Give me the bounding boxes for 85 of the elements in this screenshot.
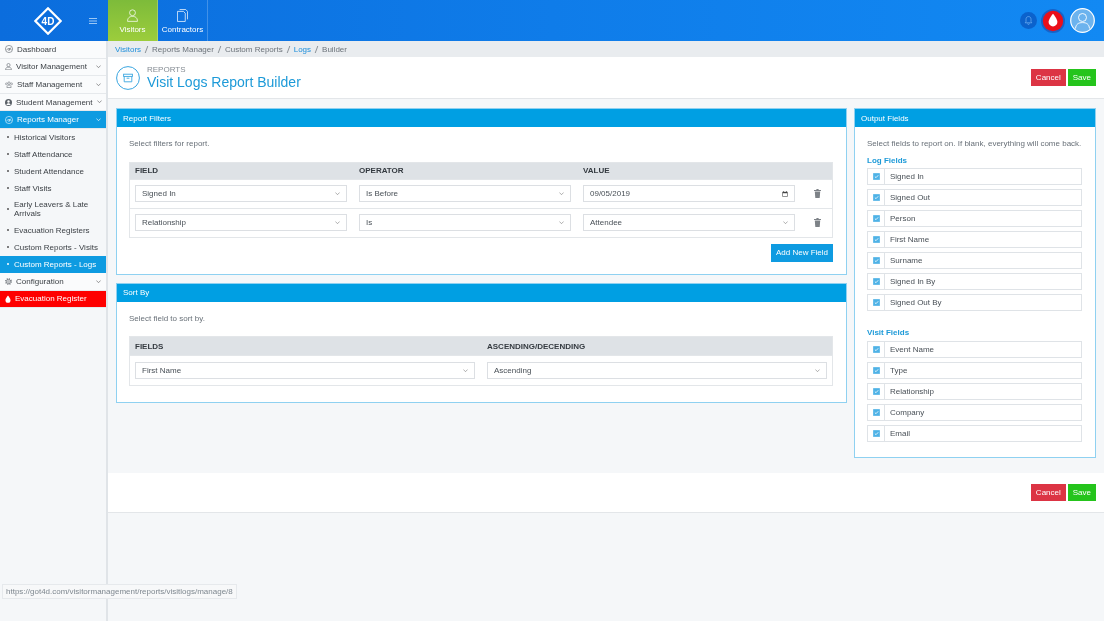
checkbox[interactable] <box>872 215 880 222</box>
breadcrumb-item: Reports Manager <box>152 44 214 54</box>
cancel-button[interactable]: Cancel <box>1030 69 1066 86</box>
trash-icon[interactable] <box>813 218 821 227</box>
field-option[interactable]: Type <box>867 361 1082 379</box>
operator-select[interactable]: Is Before <box>359 185 571 202</box>
column-header: FIELDS <box>135 341 165 351</box>
panel-hint: Select filters for report. <box>129 139 211 149</box>
breadcrumb-item: Custom Reports <box>224 44 283 54</box>
panel-header: Sort By <box>117 283 846 302</box>
field-option[interactable]: Signed Out <box>867 189 1082 206</box>
gauge-icon <box>5 45 13 54</box>
checkbox[interactable] <box>872 429 880 437</box>
gauge-icon <box>5 115 13 124</box>
checkbox[interactable] <box>872 173 880 180</box>
chevron-down-icon <box>96 117 101 122</box>
caret-icon <box>335 220 340 225</box>
sort-field-select[interactable]: First Name <box>135 362 475 379</box>
group-heading: Log Fields <box>867 155 908 165</box>
avatar-icon[interactable] <box>1070 8 1095 33</box>
chevron-down-icon <box>96 100 102 104</box>
documents-icon <box>177 9 188 22</box>
sidebar-item[interactable]: Dashboard <box>0 41 106 59</box>
caret-icon <box>559 191 564 196</box>
chevron-down-icon <box>96 82 101 87</box>
checkbox[interactable] <box>872 278 880 285</box>
caret-icon <box>815 368 820 373</box>
person-icon <box>127 9 138 22</box>
calendar-icon[interactable] <box>782 190 788 197</box>
sort-order-select[interactable]: Ascending <box>487 362 827 379</box>
checkbox[interactable] <box>872 236 880 243</box>
date-field[interactable]: 09/05/2019 <box>583 185 795 202</box>
person-icon <box>5 63 12 71</box>
field-select[interactable]: Signed In <box>135 185 347 202</box>
status-url: https://got4d.com/visitormanagement/reports/visitlogs/manage/8 <box>2 584 237 599</box>
sidebar-item[interactable]: Staff Management <box>0 76 106 94</box>
logo[interactable]: 4D <box>34 6 62 35</box>
page-title: Visit Logs Report Builder <box>147 73 301 90</box>
field-option[interactable]: Person <box>867 210 1082 227</box>
gear-icon <box>5 277 12 285</box>
chevron-down-icon <box>96 279 101 283</box>
checkbox[interactable] <box>872 345 880 353</box>
panel-header: Report Filters <box>117 109 846 127</box>
person-circle-icon <box>5 98 12 106</box>
checkbox[interactable] <box>872 299 880 306</box>
panel-hint: Select field to sort by. <box>129 313 206 323</box>
menu-icon[interactable] <box>89 17 97 24</box>
column-header: VALUE <box>583 166 611 175</box>
value-select[interactable]: Attendee <box>583 214 795 231</box>
checkbox[interactable] <box>872 387 880 395</box>
group-heading: Visit Fields <box>867 328 911 338</box>
checkbox[interactable] <box>872 257 880 264</box>
field-option[interactable]: Signed In <box>867 168 1082 185</box>
field-option[interactable]: Event Name <box>867 340 1082 358</box>
caret-icon <box>463 368 468 373</box>
column-header: FIELD <box>135 166 160 175</box>
column-header: ASCENDING/DECENDING <box>487 341 587 351</box>
field-select[interactable]: Relationship <box>135 214 347 231</box>
field-option[interactable]: Relationship <box>867 382 1082 400</box>
checkbox[interactable] <box>872 366 880 374</box>
drop-icon[interactable] <box>1041 8 1065 33</box>
page-eyebrow: REPORTS <box>147 64 187 74</box>
field-option[interactable]: Surname <box>867 252 1082 269</box>
breadcrumb-item: Builder <box>322 44 347 54</box>
people-icon <box>5 81 13 88</box>
caret-icon <box>783 220 788 225</box>
caret-icon <box>559 220 564 225</box>
checkbox[interactable] <box>872 194 880 201</box>
drop-icon <box>5 294 11 303</box>
chevron-down-icon <box>96 65 101 69</box>
field-option[interactable]: Signed In By <box>867 273 1082 290</box>
field-option[interactable]: Company <box>867 403 1082 421</box>
archive-icon <box>116 65 140 90</box>
field-option[interactable]: First Name <box>867 231 1082 248</box>
field-option[interactable]: Signed Out By <box>867 294 1082 311</box>
bell-icon[interactable] <box>1020 12 1037 29</box>
cancel-button[interactable]: Cancel <box>1030 483 1066 501</box>
checkbox[interactable] <box>872 408 880 416</box>
panel-hint: Select fields to report on. If blank, everything will come back. <box>867 139 1082 149</box>
column-header: OPERATOR <box>359 166 405 175</box>
operator-select[interactable]: Is <box>359 214 571 231</box>
trash-icon[interactable] <box>813 189 821 198</box>
panel-header: Output Fields <box>855 109 1095 127</box>
field-option[interactable]: Email <box>867 424 1082 442</box>
caret-icon <box>335 191 340 196</box>
